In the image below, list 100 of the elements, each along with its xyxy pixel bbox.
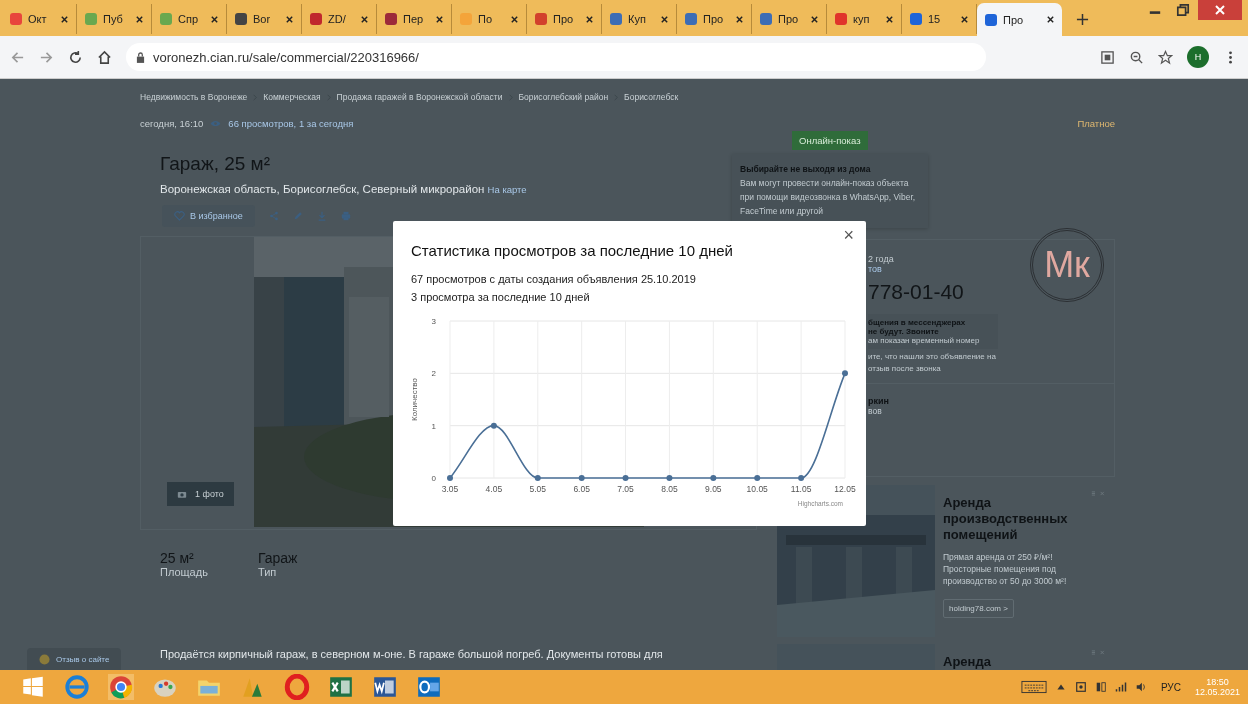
agent-since: 2 года: [868, 254, 895, 264]
browser-tab[interactable]: Пуб: [77, 4, 152, 34]
browser-tab[interactable]: Спр: [152, 4, 227, 34]
axis-tick-label: 12.05: [834, 484, 856, 494]
lock-icon: [136, 51, 145, 63]
browser-tab[interactable]: Пер: [377, 4, 452, 34]
spreadsheet-icon[interactable]: [328, 674, 354, 700]
keyboard-icon[interactable]: [1020, 679, 1047, 695]
language-indicator[interactable]: РУС: [1160, 681, 1181, 693]
browser-tab[interactable]: По: [452, 4, 527, 34]
ad-link-button[interactable]: holding78.com >: [943, 599, 1014, 618]
zoom-icon[interactable]: [1129, 49, 1144, 65]
data-point: [710, 475, 717, 481]
close-icon[interactable]: [360, 14, 369, 24]
popup-heading: Выбирайте не выходя из дома: [740, 164, 872, 174]
ad-text: Прямая аренда от 250 ₽/м²! Просторные помещения под производство от 50 до 3000 м²!: [943, 551, 1068, 587]
start-icon[interactable]: [20, 674, 46, 700]
close-icon[interactable]: [510, 14, 519, 24]
views-link[interactable]: 66 просмотров, 1 за сегодня: [228, 117, 354, 129]
data-point: [666, 475, 673, 481]
breadcrumb-link[interactable]: Продажа гаражей в Воронежской области: [336, 92, 503, 102]
close-button[interactable]: ×: [839, 225, 858, 246]
site-icon: [384, 12, 398, 26]
hint-text: ите, что нашли это объявление на: [868, 352, 997, 361]
listing-title: Гараж, 25 м²: [159, 153, 270, 175]
popup-text: Вам могут провести онлайн-показ объекта при помощи видеозвонка в WhatsApp, Viber, FaceTime или другой: [740, 177, 917, 218]
reload-icon[interactable]: [68, 49, 83, 65]
close-icon[interactable]: [60, 14, 69, 24]
agent-name: ркин: [868, 396, 890, 406]
param-value: Гараж: [257, 550, 298, 566]
agent-role: вов: [868, 406, 883, 416]
site-icon: [534, 12, 548, 26]
close-icon[interactable]: [210, 14, 219, 24]
favorite-button[interactable]: В избранное: [162, 205, 255, 227]
chrome-icon[interactable]: [108, 674, 134, 700]
close-icon[interactable]: [810, 14, 819, 24]
close-icon[interactable]: [1046, 15, 1055, 24]
data-point: [622, 475, 629, 481]
online-badge: Онлайн-показ: [792, 131, 868, 150]
dialog-text: 67 просмотров с даты создания объявления 25.10.2019: [411, 273, 697, 285]
axis-title: Количество: [410, 378, 419, 421]
axis-tick-label: 7.05: [617, 484, 634, 494]
close-icon[interactable]: [435, 14, 444, 24]
close-icon[interactable]: [285, 14, 294, 24]
axis-tick-label: 10.05: [746, 484, 768, 494]
warning-note: ам показан временный номер: [868, 336, 981, 345]
breadcrumb-link[interactable]: Коммерческая: [263, 92, 321, 102]
browser-tab[interactable]: куп: [827, 4, 902, 34]
site-icon: [159, 12, 173, 26]
param-label: Тип: [257, 566, 278, 578]
axis-tick-label: 11.05: [790, 484, 812, 494]
speaker-icon[interactable]: [1134, 681, 1147, 693]
axis-tick-label: 2: [431, 369, 436, 379]
browser-tab[interactable]: Про: [677, 4, 752, 34]
document-icon[interactable]: [372, 674, 398, 700]
dialog-text: 3 просмотра за последние 10 дней: [411, 291, 591, 303]
close-icon[interactable]: [735, 14, 744, 24]
close-icon[interactable]: [960, 14, 969, 24]
mail-icon[interactable]: [416, 674, 442, 700]
data-point: [754, 475, 761, 481]
site-icon: [234, 12, 248, 26]
photo-count-badge[interactable]: 1 фото: [167, 482, 234, 506]
browser-tab[interactable]: Куп: [602, 4, 677, 34]
axis-tick-label: 5.05: [529, 484, 547, 494]
address-text: Воронежская область, Борисоглебск, Северный микрорайон: [160, 183, 485, 195]
close-icon[interactable]: [660, 14, 669, 24]
feedback-button[interactable]: Отзыв о сайте: [27, 648, 122, 670]
browser-tab[interactable]: Про: [752, 4, 827, 34]
data-point: [842, 370, 848, 377]
param-label: Площадь: [160, 566, 208, 578]
eye-icon: [210, 119, 222, 127]
close-icon[interactable]: [135, 14, 144, 24]
browser-tab[interactable]: Про: [527, 4, 602, 34]
breadcrumb-link[interactable]: Борисоглебск: [624, 92, 679, 102]
axis-tick-label: 3.05: [441, 484, 459, 494]
agent-objects-link[interactable]: тов: [868, 264, 964, 274]
breadcrumb-link[interactable]: Недвижимость в Воронеже: [140, 92, 248, 102]
map-link[interactable]: На карте: [487, 184, 527, 195]
address-bar[interactable]: voronezh.cian.ru/sale/commercial/220316966/: [126, 43, 986, 71]
site-icon: [609, 12, 623, 26]
close-icon[interactable]: [885, 14, 894, 24]
publish-date: сегодня, 16:10: [140, 117, 204, 129]
close-icon[interactable]: [585, 14, 594, 24]
browser-tab[interactable]: ZD/: [302, 4, 377, 34]
signal-icon[interactable]: [1114, 681, 1127, 693]
site-icon: [834, 12, 848, 26]
new-tab-icon[interactable]: [1076, 13, 1089, 26]
home-icon[interactable]: [97, 49, 112, 65]
browser-tab[interactable]: Bor: [227, 4, 302, 34]
warning-text: не будут. Звоните: [868, 327, 939, 336]
breadcrumb-link[interactable]: Борисоглебский район: [518, 92, 609, 102]
data-point: [798, 475, 805, 481]
site-icon: [909, 12, 923, 26]
profile-avatar[interactable]: Н: [1187, 46, 1209, 68]
browser-tab[interactable]: Про: [977, 3, 1062, 36]
warning-text: бщения в мессенджерах: [868, 318, 967, 327]
device-icon[interactable]: [1074, 681, 1087, 693]
browser-tab[interactable]: Окт: [2, 4, 77, 34]
axis-tick-label: 9.05: [705, 484, 722, 494]
star-icon[interactable]: [1158, 49, 1173, 65]
